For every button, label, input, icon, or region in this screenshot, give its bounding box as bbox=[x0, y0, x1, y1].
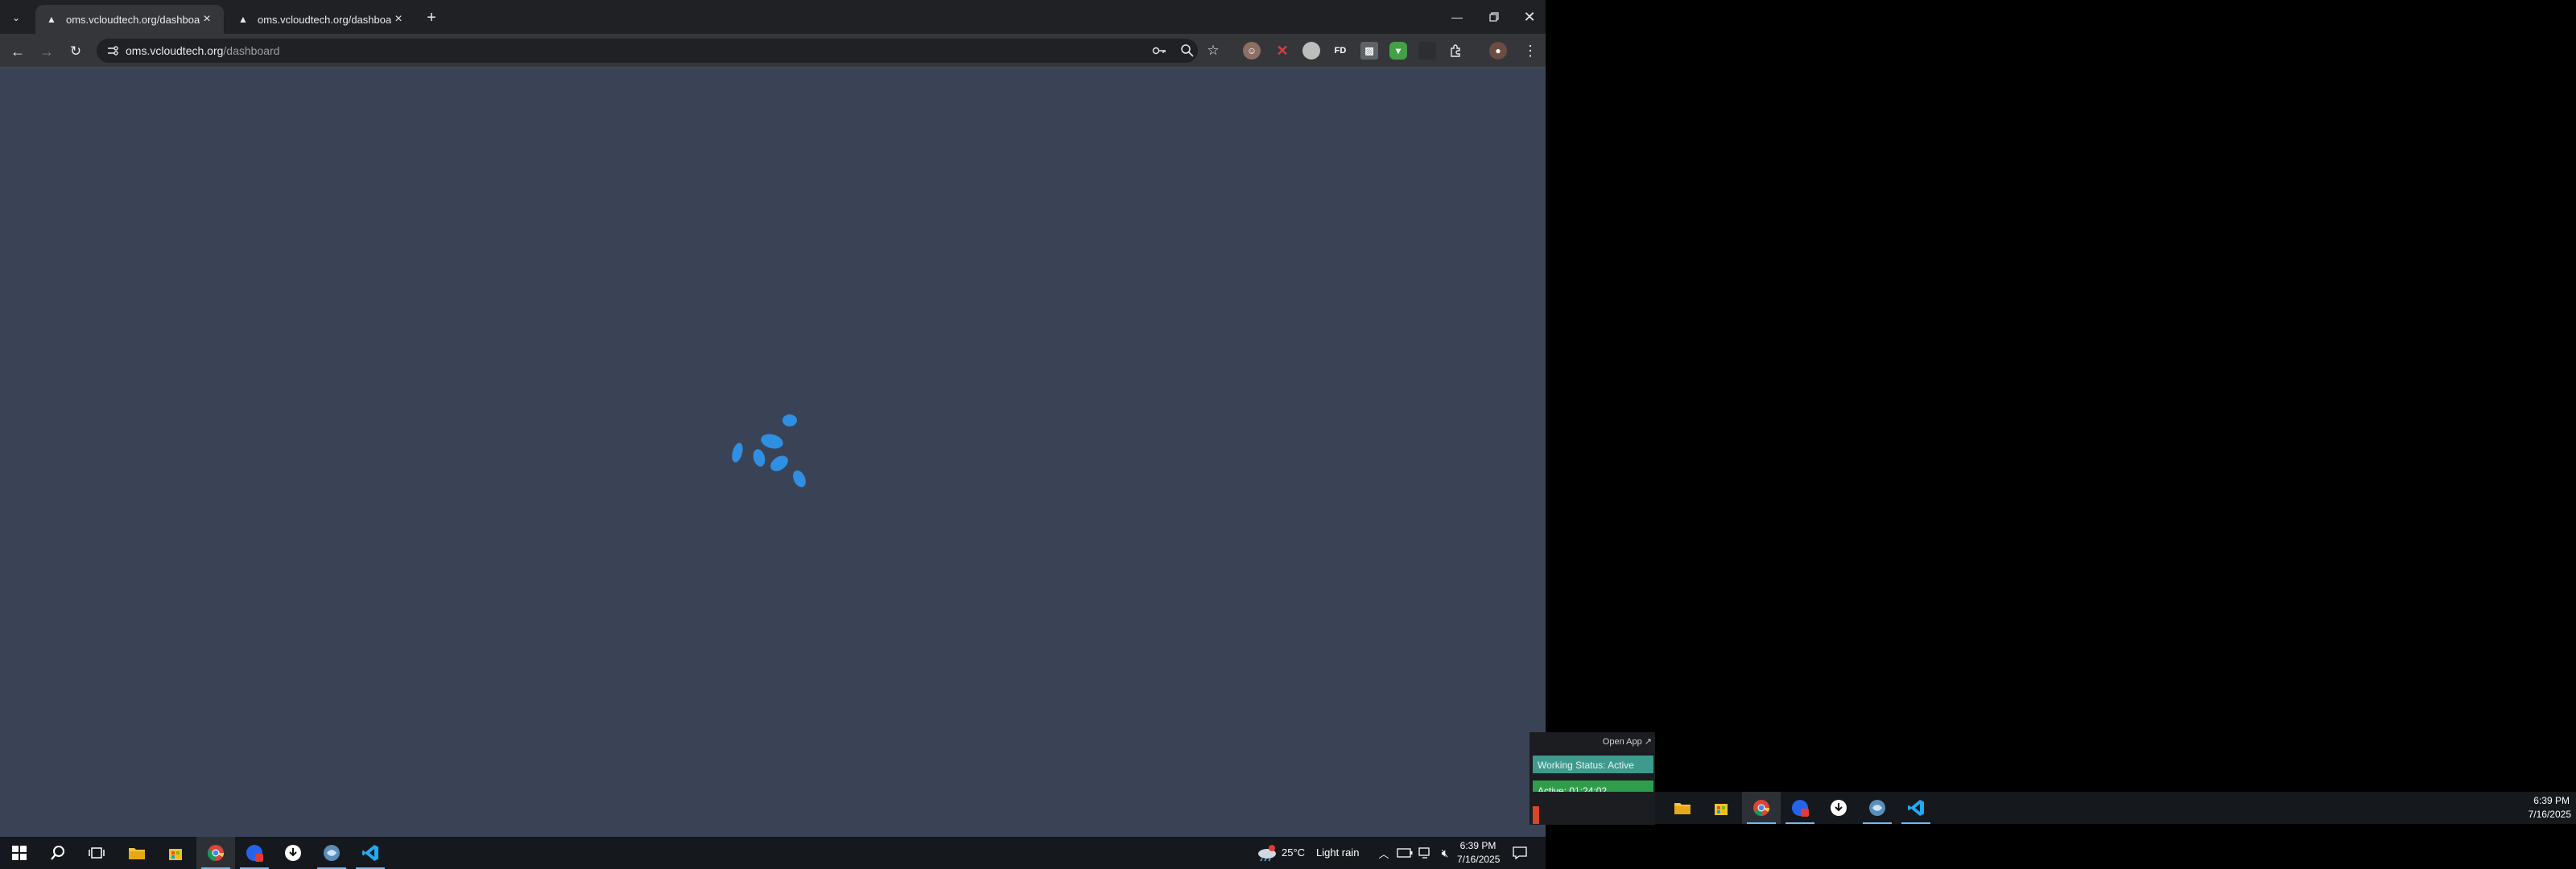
clock-time[interactable]: 6:39 PM bbox=[1459, 840, 1497, 851]
close-tab-icon[interactable]: × bbox=[391, 12, 406, 27]
download-app-button-secondary[interactable] bbox=[1819, 792, 1858, 824]
spinner-dot bbox=[751, 447, 767, 468]
file-explorer-button-secondary[interactable] bbox=[1663, 792, 1702, 824]
close-tab-icon[interactable]: × bbox=[200, 12, 214, 27]
chrome-icon bbox=[208, 845, 225, 862]
active-timer: Active: 01:24:02 bbox=[1533, 780, 1653, 792]
widget-header: Open App ↗ bbox=[1530, 732, 1655, 750]
back-arrow-icon[interactable]: ← bbox=[6, 40, 29, 63]
clock-date[interactable]: 7/16/2025 bbox=[1457, 854, 1500, 865]
extension-image-icon[interactable]: ▨ bbox=[1360, 42, 1378, 60]
chat-app-button-secondary[interactable] bbox=[1781, 792, 1819, 824]
site-favicon-icon: ▲ bbox=[238, 14, 248, 25]
chrome-icon bbox=[1753, 800, 1770, 817]
search-button[interactable] bbox=[39, 837, 77, 869]
vscode-icon bbox=[362, 845, 378, 861]
restore-icon[interactable] bbox=[1476, 5, 1512, 29]
chrome-taskbar-button[interactable] bbox=[196, 837, 235, 869]
start-button[interactable] bbox=[0, 837, 39, 869]
tab-dashboard-2[interactable]: ▲ oms.vcloudtech.org/dashboard × bbox=[227, 5, 415, 34]
chat-app-button[interactable] bbox=[235, 837, 274, 869]
task-view-icon bbox=[89, 847, 105, 859]
folder-icon bbox=[129, 848, 145, 859]
working-status-badge: Working Status: Active bbox=[1533, 756, 1653, 773]
extension-dark-icon[interactable] bbox=[1418, 42, 1436, 60]
download-circle-icon bbox=[285, 845, 301, 861]
chat-app-icon bbox=[246, 845, 263, 862]
clock-time-secondary[interactable]: 6:39 PM bbox=[2528, 795, 2570, 806]
reload-icon[interactable]: ↻ bbox=[64, 40, 87, 63]
taskbar-primary: 25°C Light rain ︿ 🔇︎ 6:39 PM 7/16/2025 bbox=[0, 837, 1546, 869]
loading-spinner bbox=[724, 410, 813, 491]
weather-icon[interactable] bbox=[1256, 844, 1278, 862]
chrome-taskbar-button-secondary[interactable] bbox=[1742, 792, 1781, 824]
open-app-link[interactable]: Open App ↗ bbox=[1603, 736, 1652, 747]
extension-fd-icon[interactable]: FD bbox=[1331, 42, 1349, 60]
chat-app-icon bbox=[1792, 800, 1809, 817]
spinner-dot bbox=[729, 441, 745, 464]
weather-temperature[interactable]: 25°C bbox=[1282, 846, 1305, 859]
menu-kebab-icon[interactable]: ⋮ bbox=[1520, 40, 1541, 61]
folder-icon bbox=[1674, 803, 1690, 814]
stop-button[interactable] bbox=[1533, 806, 1539, 824]
url-path: /dashboard bbox=[223, 44, 280, 57]
taskbar-secondary: 6:39 PM 7/16/2025 bbox=[1546, 792, 2576, 824]
store-button[interactable] bbox=[156, 837, 195, 869]
tab-strip: ⌄ ▲ oms.vcloudtech.org/dashboard × ▲ oms… bbox=[0, 0, 1546, 34]
tab-title: oms.vcloudtech.org/dashboard bbox=[66, 13, 200, 26]
close-window-icon[interactable]: ✕ bbox=[1512, 5, 1547, 29]
chevron-up-icon[interactable]: ︿ bbox=[1377, 845, 1391, 861]
site-favicon-icon: ▲ bbox=[47, 14, 56, 25]
store-bag-icon bbox=[169, 849, 182, 860]
search-icon bbox=[51, 846, 64, 860]
vscode-taskbar-button-secondary[interactable] bbox=[1897, 792, 1935, 824]
windows-logo-icon bbox=[12, 846, 27, 860]
primary-monitor: ⌄ ▲ oms.vcloudtech.org/dashboard × ▲ oms… bbox=[0, 0, 1546, 869]
spinner-dot bbox=[791, 468, 808, 489]
profile-avatar-icon[interactable]: ● bbox=[1489, 42, 1507, 60]
extension-avatar-icon[interactable]: ☺ bbox=[1243, 42, 1261, 60]
task-view-button[interactable] bbox=[77, 837, 116, 869]
volume-muted-icon[interactable]: 🔇︎ bbox=[1436, 845, 1454, 861]
extension-close-x-icon[interactable]: ✕ bbox=[1274, 42, 1291, 60]
tab-search-icon[interactable]: ⌄ bbox=[5, 6, 27, 29]
address-bar[interactable]: oms.vcloudtech.org/dashboard bbox=[97, 39, 1198, 63]
spinner-dot bbox=[759, 431, 785, 451]
download-circle-icon bbox=[1831, 800, 1847, 816]
new-tab-icon[interactable]: + bbox=[420, 6, 443, 29]
store-bag-icon bbox=[1715, 804, 1728, 815]
download-app-button[interactable] bbox=[274, 837, 312, 869]
zoom-icon[interactable] bbox=[1180, 43, 1195, 58]
globe-app-button[interactable] bbox=[312, 837, 351, 869]
vscode-icon bbox=[1908, 800, 1924, 816]
network-icon[interactable] bbox=[1417, 845, 1435, 861]
weather-description[interactable]: Light rain bbox=[1316, 846, 1359, 859]
globe-app-icon bbox=[1869, 800, 1885, 816]
extensions-puzzle-icon[interactable] bbox=[1447, 42, 1465, 60]
battery-icon[interactable] bbox=[1396, 845, 1414, 861]
bookmark-star-icon[interactable]: ☆ bbox=[1203, 40, 1224, 61]
url-text: oms.vcloudtech.org/dashboard bbox=[126, 44, 279, 57]
clock-date-secondary[interactable]: 7/16/2025 bbox=[2523, 809, 2571, 820]
store-button-secondary[interactable] bbox=[1702, 792, 1740, 824]
spinner-dot bbox=[767, 452, 791, 475]
globe-app-button-secondary[interactable] bbox=[1858, 792, 1897, 824]
secondary-monitor: 6:39 PM 7/16/2025 bbox=[1546, 0, 2576, 869]
spinner-dot bbox=[782, 414, 797, 426]
forward-arrow-icon[interactable]: → bbox=[35, 40, 58, 63]
site-info-icon[interactable] bbox=[106, 44, 119, 57]
file-explorer-button[interactable] bbox=[118, 837, 156, 869]
url-domain: oms.vcloudtech.org bbox=[126, 44, 224, 57]
extension-shield-icon[interactable]: ▾ bbox=[1389, 42, 1407, 60]
tab-dashboard-1[interactable]: ▲ oms.vcloudtech.org/dashboard × bbox=[35, 5, 224, 34]
extension-circle-icon[interactable] bbox=[1302, 42, 1320, 60]
vscode-taskbar-button[interactable] bbox=[351, 837, 390, 869]
minimize-icon[interactable]: — bbox=[1439, 5, 1475, 29]
password-key-icon[interactable] bbox=[1151, 43, 1166, 58]
globe-app-icon bbox=[324, 845, 340, 861]
work-status-widget: Open App ↗ Working Status: Active Active… bbox=[1530, 732, 1655, 825]
notification-icon[interactable] bbox=[1510, 845, 1530, 861]
tab-title: oms.vcloudtech.org/dashboard bbox=[258, 13, 391, 26]
